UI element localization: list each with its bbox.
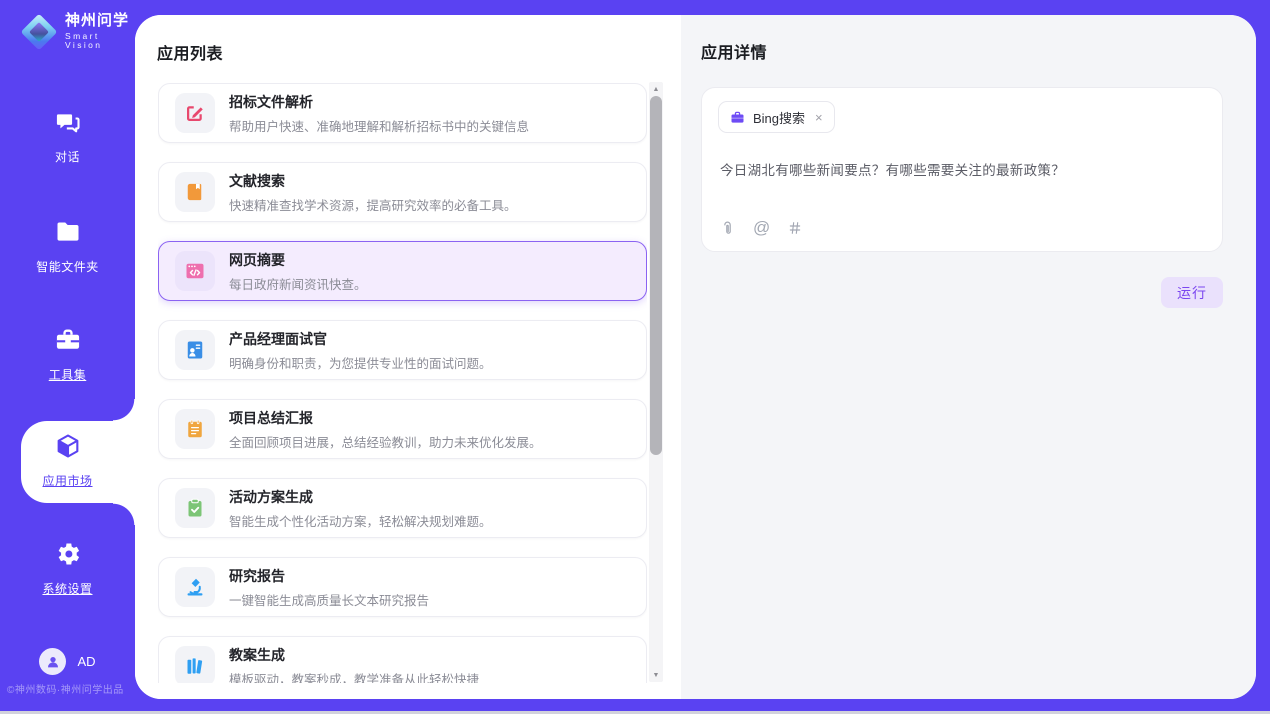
briefcase-icon (730, 110, 745, 125)
page-title-app-detail: 应用详情 (701, 39, 1223, 63)
notepad-icon (175, 409, 215, 449)
clipboard-check-icon (175, 488, 215, 528)
brand-subtitle: Smart Vision (65, 32, 135, 51)
app-list-panel: 应用列表 招标文件解析 帮助用户快速、准确地理解和解析招标书中的关键信息 (135, 15, 681, 699)
list-scrollbar[interactable]: ▲ ▼ (649, 82, 663, 682)
sidebar: 神州问学 Smart Vision 对话 智能文件夹 (0, 0, 135, 711)
sidebar-item-label: 应用市场 (42, 472, 92, 489)
app-list: 招标文件解析 帮助用户快速、准确地理解和解析招标书中的关键信息 文献搜索 快速精… (158, 83, 647, 683)
app-card-lesson-plan[interactable]: 教案生成 模板驱动，教案秒成，教学准备从此轻松快捷 (158, 636, 647, 683)
avatar (39, 648, 66, 675)
app-desc: 全面回顾项目进展，总结经验教训，助力未来优化发展。 (229, 432, 542, 451)
app-card-web-summary[interactable]: 网页摘要 每日政府新闻资讯快查。 (158, 241, 647, 301)
composer-toolbar: @ (719, 218, 803, 238)
app-desc: 每日政府新闻资讯快查。 (229, 274, 367, 293)
tool-tag-label: Bing搜索 (753, 108, 805, 127)
sidebar-item-app-market[interactable]: 应用市场 (0, 432, 135, 489)
sidebar-item-settings[interactable]: 系统设置 (0, 540, 135, 597)
app-title: 文献搜索 (229, 171, 517, 191)
app-title: 产品经理面试官 (229, 329, 492, 349)
books-icon (175, 646, 215, 683)
chat-icon (54, 108, 82, 141)
app-card-project-summary[interactable]: 项目总结汇报 全面回顾项目进展，总结经验教训，助力未来优化发展。 (158, 399, 647, 459)
app-card-bid-parse[interactable]: 招标文件解析 帮助用户快速、准确地理解和解析招标书中的关键信息 (158, 83, 647, 143)
app-title: 教案生成 (229, 645, 479, 665)
scrollbar-thumb[interactable] (650, 96, 662, 455)
scroll-up-icon[interactable]: ▲ (649, 82, 663, 96)
app-title: 研究报告 (229, 566, 429, 586)
book-icon (175, 172, 215, 212)
prompt-input-card[interactable]: Bing搜索 × 今日湖北有哪些新闻要点？有哪些需要关注的最新政策？ @ (701, 87, 1223, 252)
user-account[interactable]: AD (0, 648, 135, 675)
app-desc: 智能生成个性化活动方案，轻松解决规划难题。 (229, 511, 492, 530)
scroll-down-icon[interactable]: ▼ (649, 668, 663, 682)
toolbox-icon (54, 326, 82, 359)
brand-diamond-icon (20, 13, 58, 51)
sidebar-item-smart-folders[interactable]: 智能文件夹 (0, 218, 135, 275)
sidebar-item-label: 对话 (55, 148, 80, 165)
app-title: 招标文件解析 (229, 92, 529, 112)
app-title: 活动方案生成 (229, 487, 492, 507)
app-card-literature-search[interactable]: 文献搜索 快速精准查找学术资源，提高研究效率的必备工具。 (158, 162, 647, 222)
folder-icon (54, 218, 82, 251)
query-input[interactable]: 今日湖北有哪些新闻要点？有哪些需要关注的最新政策？ (720, 159, 1206, 179)
app-card-research-report[interactable]: 研究报告 一键智能生成高质量长文本研究报告 (158, 557, 647, 617)
paperclip-icon[interactable] (719, 220, 736, 237)
brand-name: 神州问学 (65, 13, 135, 30)
app-card-pm-interviewer[interactable]: 产品经理面试官 明确身份和职责，为您提供专业性的面试问题。 (158, 320, 647, 380)
app-title: 项目总结汇报 (229, 408, 542, 428)
tool-tag-bing-search[interactable]: Bing搜索 × (718, 101, 835, 133)
app-desc: 模板驱动，教案秒成，教学准备从此轻松快捷 (229, 669, 479, 684)
interviewer-icon (175, 330, 215, 370)
app-card-event-plan[interactable]: 活动方案生成 智能生成个性化活动方案，轻松解决规划难题。 (158, 478, 647, 538)
copyright-text: ©神州数码·神州问学出品 (7, 681, 124, 696)
app-detail-panel: 应用详情 Bing搜索 × 今日湖北有哪些新闻要点？有哪些需要关注的最新政策？ (681, 15, 1256, 699)
main-container: 应用列表 招标文件解析 帮助用户快速、准确地理解和解析招标书中的关键信息 (135, 15, 1256, 699)
at-sign-icon[interactable]: @ (753, 218, 770, 238)
run-button[interactable]: 运行 (1161, 277, 1223, 308)
cube-icon (54, 432, 82, 465)
close-icon[interactable]: × (815, 110, 823, 125)
app-desc: 快速精准查找学术资源，提高研究效率的必备工具。 (229, 195, 517, 214)
hash-icon[interactable] (787, 220, 803, 236)
app-title: 网页摘要 (229, 250, 367, 270)
web-code-icon (175, 251, 215, 291)
brand-logo: 神州问学 Smart Vision (20, 13, 135, 51)
sidebar-item-toolset[interactable]: 工具集 (0, 326, 135, 383)
app-desc: 帮助用户快速、准确地理解和解析招标书中的关键信息 (229, 116, 529, 135)
edit-document-icon (175, 93, 215, 133)
user-label: AD (77, 654, 95, 669)
microscope-icon (175, 567, 215, 607)
app-desc: 一键智能生成高质量长文本研究报告 (229, 590, 429, 609)
app-desc: 明确身份和职责，为您提供专业性的面试问题。 (229, 353, 492, 372)
page-title-app-list: 应用列表 (157, 40, 223, 64)
sidebar-item-label: 智能文件夹 (36, 258, 99, 275)
gear-icon (54, 540, 82, 573)
sidebar-item-label: 系统设置 (42, 580, 92, 597)
sidebar-item-label: 工具集 (49, 366, 87, 383)
sidebar-item-chat[interactable]: 对话 (0, 108, 135, 165)
